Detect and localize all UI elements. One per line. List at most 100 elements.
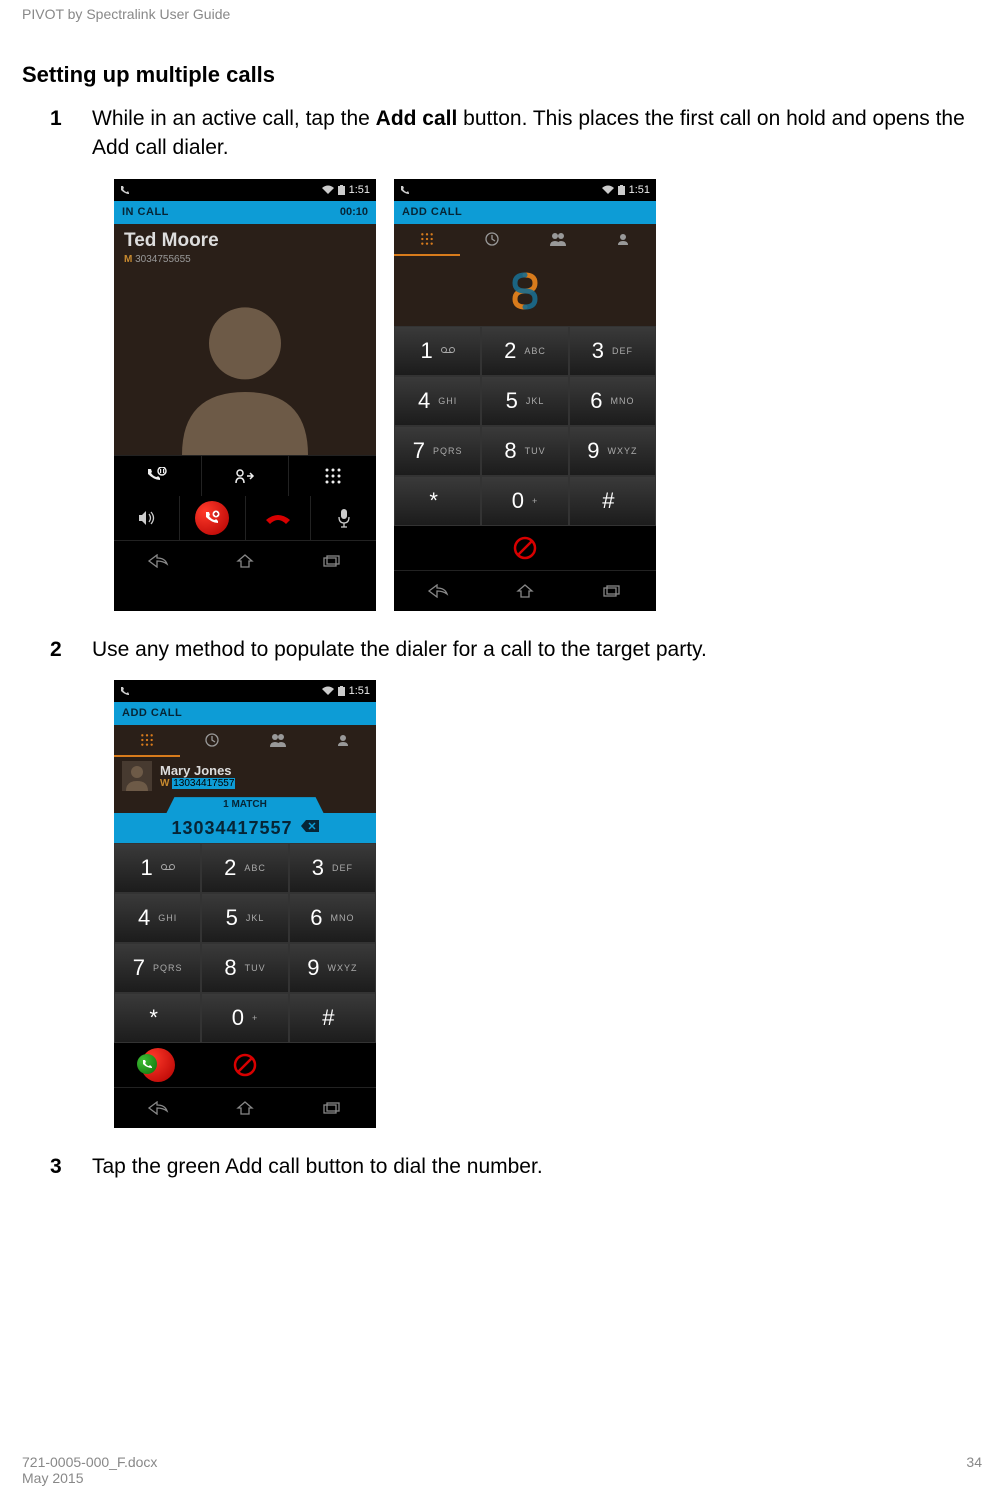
speaker-button[interactable] (114, 496, 180, 540)
phone-screen-incall: 1:51 IN CALL 00:10 Ted Moore M 303475565… (114, 179, 376, 611)
dial-actions (394, 526, 656, 570)
caller-info: Ted Moore M 3034755655 (114, 224, 376, 269)
step-num-1: 1 (50, 104, 92, 163)
cancel-dial-button[interactable] (481, 526, 568, 570)
suggestion-name: Mary Jones (160, 763, 235, 778)
battery-icon (618, 185, 625, 195)
nav-home-button[interactable] (201, 1088, 288, 1128)
step-1: 1 While in an active call, tap the Add c… (22, 104, 982, 163)
add-call-button[interactable] (180, 496, 246, 540)
nav-recent-button[interactable] (289, 541, 376, 581)
key-6[interactable]: 6MNO (289, 893, 376, 943)
cancel-dial-button[interactable] (201, 1043, 288, 1087)
key-0[interactable]: 0+ (201, 993, 288, 1043)
dialer-tabs (394, 224, 656, 256)
status-bar: 1:51 (114, 179, 376, 201)
key-star[interactable]: * (114, 993, 201, 1043)
mute-button[interactable] (311, 496, 376, 540)
match-suggestion[interactable]: Mary Jones W 13034417557 (114, 757, 376, 795)
step-text-2: Use any method to populate the dialer fo… (92, 635, 982, 664)
key-8[interactable]: 8TUV (481, 426, 568, 476)
tab-contacts[interactable] (525, 224, 591, 256)
tab-contacts[interactable] (245, 725, 311, 757)
key-3[interactable]: 3DEF (569, 326, 656, 376)
battery-icon (338, 686, 345, 696)
match-count-tab[interactable]: 1 MATCH (166, 797, 323, 813)
tab-recent[interactable] (180, 725, 246, 757)
key-hash[interactable]: # (289, 993, 376, 1043)
section-title: Setting up multiple calls (22, 62, 982, 88)
call-status-bar: IN CALL 00:10 (114, 201, 376, 224)
tab-dialpad[interactable] (394, 224, 460, 256)
screenshots-row-2: 1:51 ADD CALL Mary Jones (114, 680, 982, 1128)
addcall-label: ADD CALL (402, 206, 462, 218)
dial-blank-left (394, 526, 481, 570)
nav-back-button[interactable] (394, 571, 481, 611)
key-0[interactable]: 0+ (481, 476, 568, 526)
caller-avatar (114, 269, 376, 455)
wifi-icon (602, 185, 614, 195)
key-4[interactable]: 4GHI (394, 376, 481, 426)
spectralink-logo-icon (505, 271, 545, 311)
dialpad-toggle-button[interactable] (289, 456, 376, 496)
key-8[interactable]: 8TUV (201, 943, 288, 993)
key-9[interactable]: 9WXYZ (289, 943, 376, 993)
nav-home-button[interactable] (201, 541, 288, 581)
tab-favorites[interactable] (311, 725, 377, 757)
dial-display (394, 256, 656, 326)
status-time: 1:51 (349, 685, 370, 697)
addcall-bar: ADD CALL (114, 702, 376, 725)
dial-call-button[interactable] (114, 1043, 201, 1087)
footer-date: May 2015 (22, 1470, 157, 1486)
step-num-3: 3 (50, 1152, 92, 1181)
android-navbar (394, 570, 656, 611)
end-call-button[interactable] (246, 496, 312, 540)
dial-blank-right (289, 1043, 376, 1087)
nav-home-button[interactable] (481, 571, 568, 611)
transfer-button[interactable] (202, 456, 290, 496)
page-footer: 721-0005-000_F.docx May 2015 34 (22, 1454, 982, 1486)
addcall-bar: ADD CALL (394, 201, 656, 224)
key-2[interactable]: 2ABC (201, 843, 288, 893)
key-5[interactable]: 5JKL (481, 376, 568, 426)
key-1[interactable]: 1 (394, 326, 481, 376)
key-4[interactable]: 4GHI (114, 893, 201, 943)
suggestion-prefix: W (160, 778, 169, 789)
nav-recent-button[interactable] (289, 1088, 376, 1128)
key-7[interactable]: 7PQRS (114, 943, 201, 993)
tab-dialpad[interactable] (114, 725, 180, 757)
call-timer: 00:10 (340, 206, 368, 218)
wifi-icon (322, 686, 334, 696)
nav-recent-button[interactable] (569, 571, 656, 611)
suggestion-avatar (122, 761, 152, 791)
nav-back-button[interactable] (114, 1088, 201, 1128)
keypad: 1 2ABC 3DEF 4GHI 5JKL 6MNO 7PQRS 8TUV 9W… (394, 326, 656, 526)
doc-header: PIVOT by Spectralink User Guide (22, 6, 230, 22)
tab-recent[interactable] (460, 224, 526, 256)
key-2[interactable]: 2ABC (481, 326, 568, 376)
voicemail-icon (161, 863, 175, 873)
status-phone-icon (400, 185, 410, 195)
nav-back-button[interactable] (114, 541, 201, 581)
key-1[interactable]: 1 (114, 843, 201, 893)
hold-button[interactable] (114, 456, 202, 496)
step-2: 2 Use any method to populate the dialer … (22, 635, 982, 664)
android-navbar (114, 540, 376, 581)
status-time: 1:51 (629, 184, 650, 196)
key-7[interactable]: 7PQRS (394, 426, 481, 476)
status-phone-icon (120, 686, 130, 696)
backspace-icon[interactable] (301, 819, 319, 837)
key-5[interactable]: 5JKL (201, 893, 288, 943)
key-6[interactable]: 6MNO (569, 376, 656, 426)
call-status-label: IN CALL (122, 206, 169, 218)
key-star[interactable]: * (394, 476, 481, 526)
step-text-1: While in an active call, tap the Add cal… (92, 104, 982, 163)
status-bar: 1:51 (394, 179, 656, 201)
status-phone-icon (120, 185, 130, 195)
call-controls-bar (114, 496, 376, 540)
screenshots-row-1: 1:51 IN CALL 00:10 Ted Moore M 303475565… (114, 179, 982, 611)
key-hash[interactable]: # (569, 476, 656, 526)
tab-favorites[interactable] (591, 224, 657, 256)
key-9[interactable]: 9WXYZ (569, 426, 656, 476)
key-3[interactable]: 3DEF (289, 843, 376, 893)
